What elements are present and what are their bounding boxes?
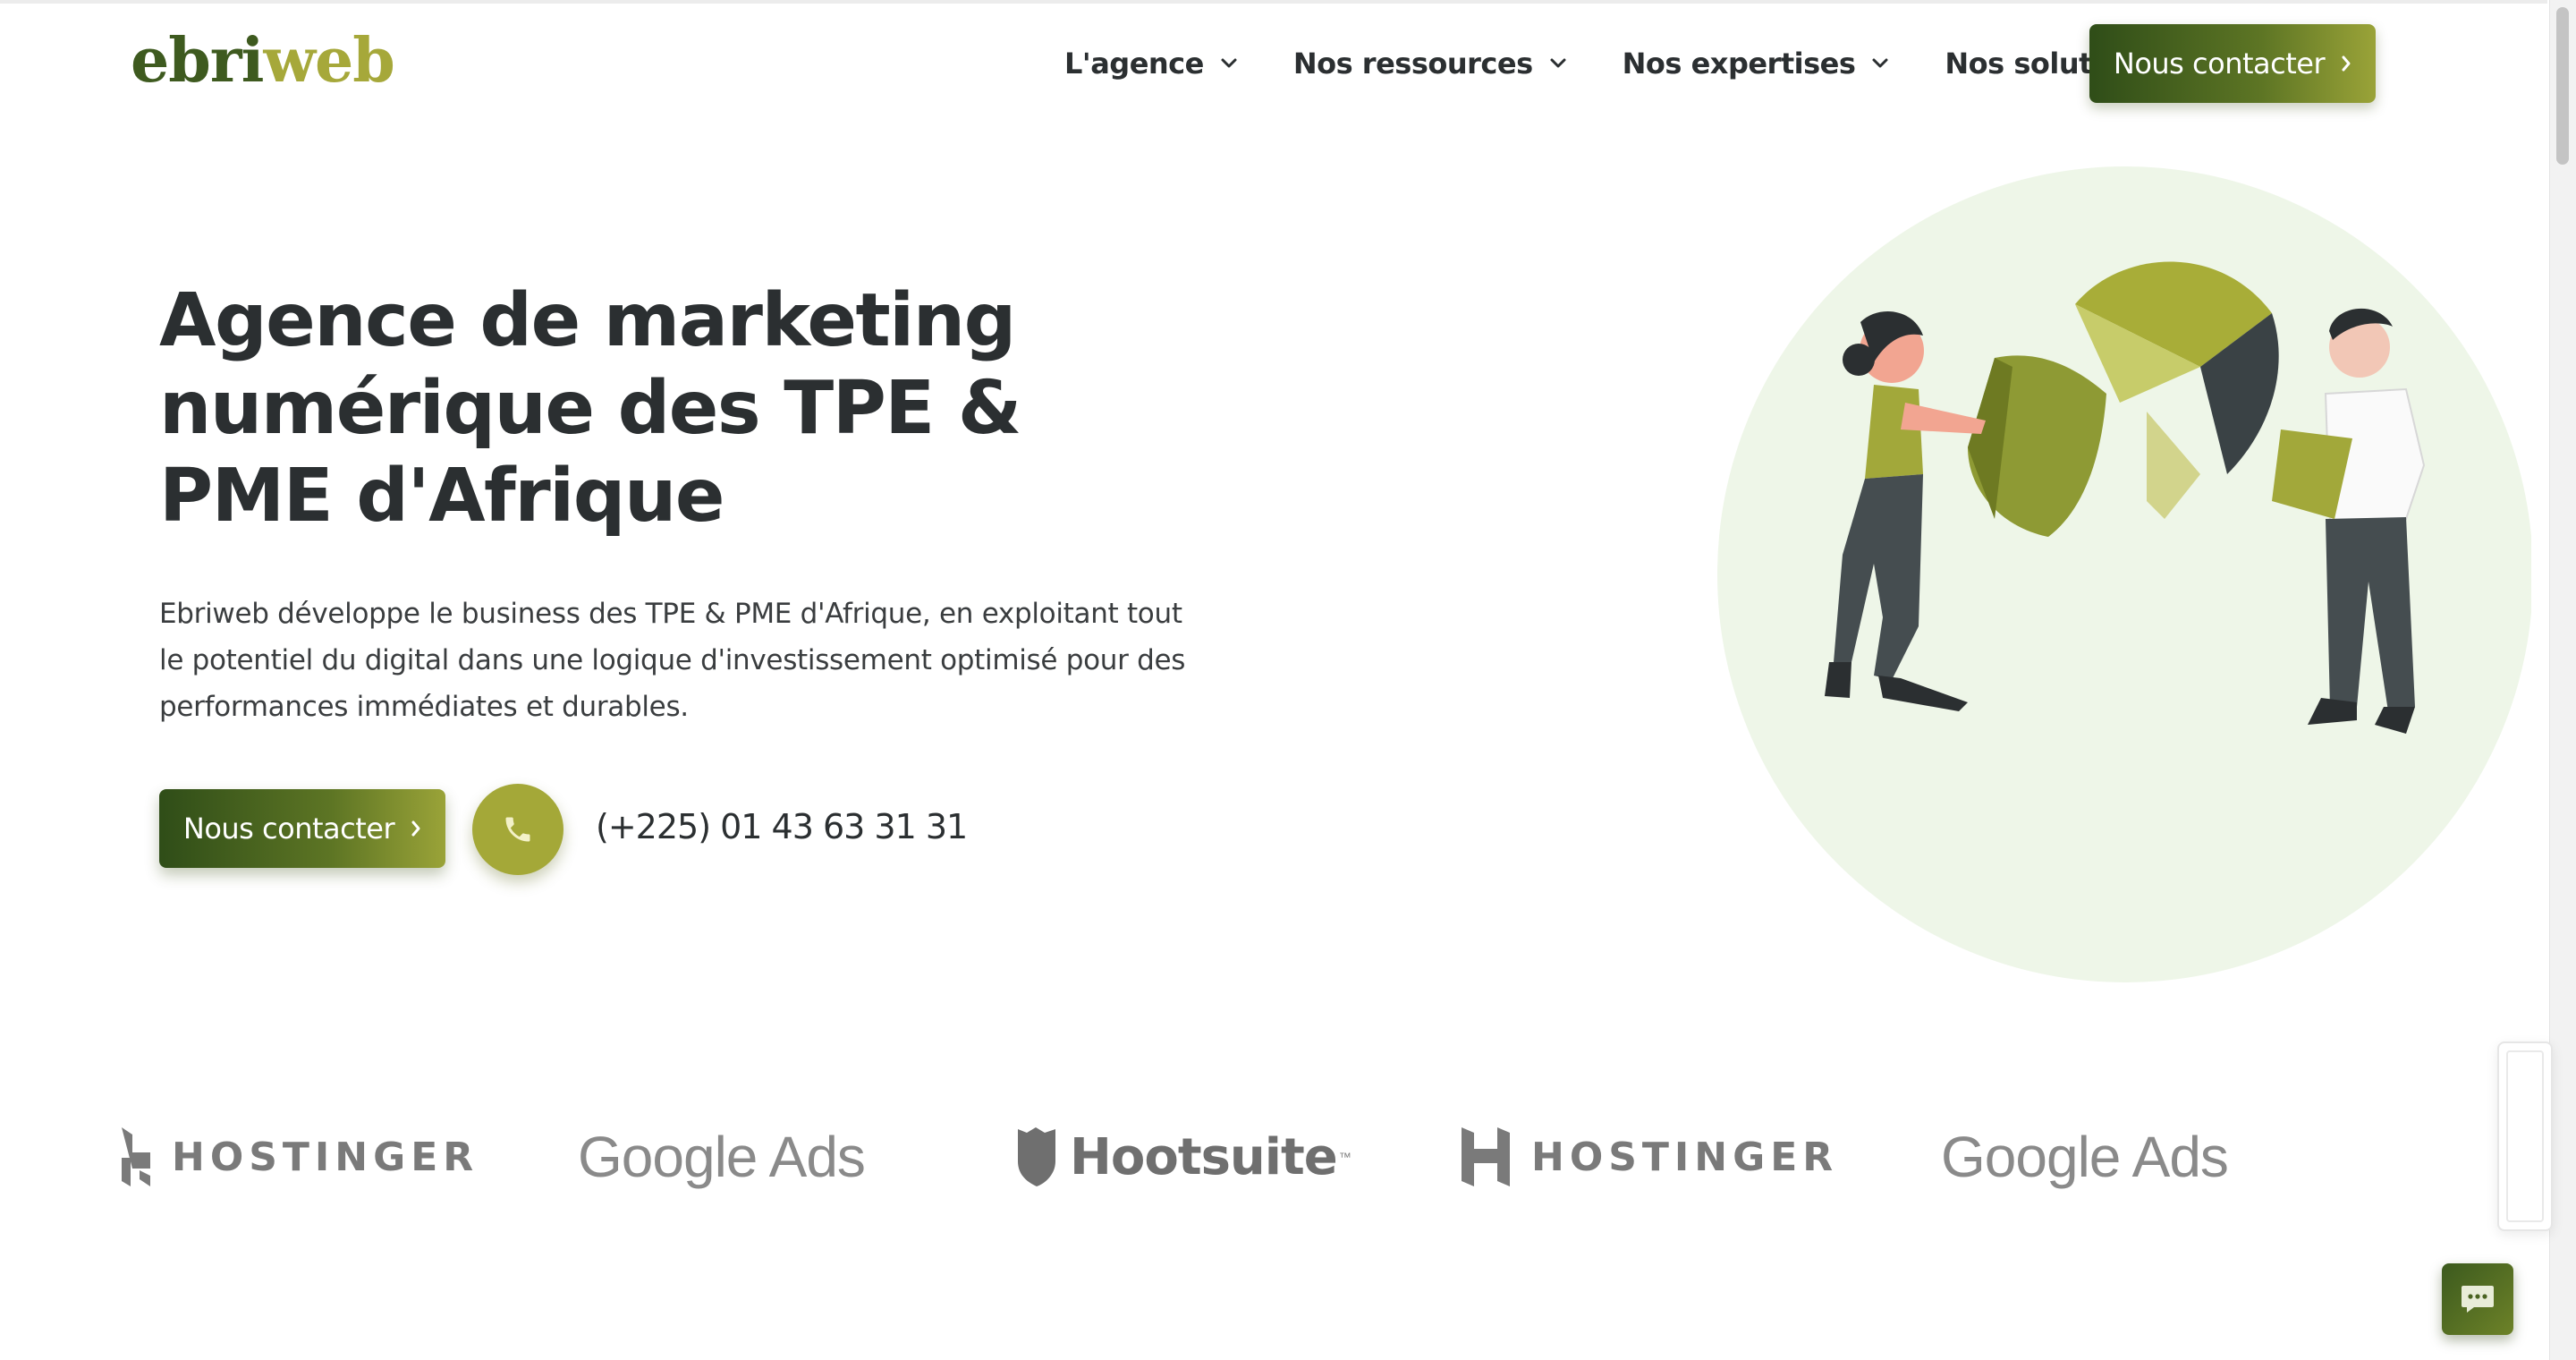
hero-contact-label: Nous contacter <box>182 812 395 846</box>
chevron-right-icon <box>2342 55 2351 72</box>
nav-item-agence[interactable]: L'agence <box>1064 47 1238 81</box>
nav-item-ressources[interactable]: Nos ressources <box>1293 47 1567 81</box>
top-border <box>0 0 2547 4</box>
hootsuite-logo-icon <box>1018 1127 1055 1186</box>
chevron-down-icon <box>1872 58 1888 68</box>
partner-name: Google Ads <box>1941 1125 2229 1189</box>
chevron-right-icon <box>411 820 420 837</box>
partner-name: HOSTINGER <box>1531 1134 1839 1180</box>
chat-icon <box>2462 1286 2494 1313</box>
partner-name: Google Ads <box>578 1125 866 1189</box>
chat-button[interactable] <box>2442 1263 2513 1335</box>
logo-text-web: web <box>263 25 394 97</box>
partner-name: HOSTINGER <box>172 1134 479 1180</box>
chevron-down-icon <box>1550 58 1566 68</box>
nav-item-label: L'agence <box>1064 47 1204 81</box>
nav-item-expertises[interactable]: Nos expertises <box>1623 47 1890 81</box>
main-nav: L'agence Nos ressources Nos expertises N… <box>1064 36 2247 91</box>
phone-number[interactable]: (+225) 01 43 63 31 31 <box>596 803 968 850</box>
logo-text-ebri: ebri <box>131 25 264 97</box>
hero-title: Agence de marketing numérique des TPE & … <box>159 278 1021 539</box>
partner-logo-hostinger: HOSTINGER <box>120 1117 479 1197</box>
hero-contact-button[interactable]: Nous contacter <box>159 789 445 868</box>
partner-logo-google-ads: Google Ads <box>1941 1117 2229 1197</box>
hero-description: Ebriweb développe le business des TPE & … <box>159 598 1186 723</box>
trademark-mark: ™ <box>1338 1150 1352 1164</box>
partner-logo-hootsuite: Hootsuite ™ <box>1016 1117 1352 1197</box>
partner-name: Hootsuite <box>1070 1127 1338 1186</box>
hostinger-logo-icon <box>1462 1127 1510 1186</box>
logo[interactable]: ebriweb <box>131 25 395 97</box>
nav-item-label: Nos expertises <box>1622 47 1856 81</box>
header-contact-button[interactable]: Nous contacter <box>2089 24 2376 103</box>
phone-call-button[interactable] <box>472 784 564 875</box>
phone-icon <box>505 817 530 842</box>
scrollbar-thumb[interactable] <box>2556 7 2569 165</box>
side-widget-tab[interactable] <box>2497 1041 2553 1231</box>
hostinger-logo-icon <box>122 1127 150 1186</box>
side-widget-inner <box>2506 1050 2544 1222</box>
hero-illustration <box>1717 166 2531 982</box>
page-scrollbar[interactable] <box>2549 0 2576 1360</box>
partner-logo-hostinger: HOSTINGER <box>1460 1117 1838 1197</box>
header-contact-label: Nous contacter <box>2113 47 2326 81</box>
nav-item-label: Nos ressources <box>1292 47 1533 81</box>
chevron-down-icon <box>1221 58 1237 68</box>
partner-logo-google-ads: Google Ads <box>578 1117 866 1197</box>
